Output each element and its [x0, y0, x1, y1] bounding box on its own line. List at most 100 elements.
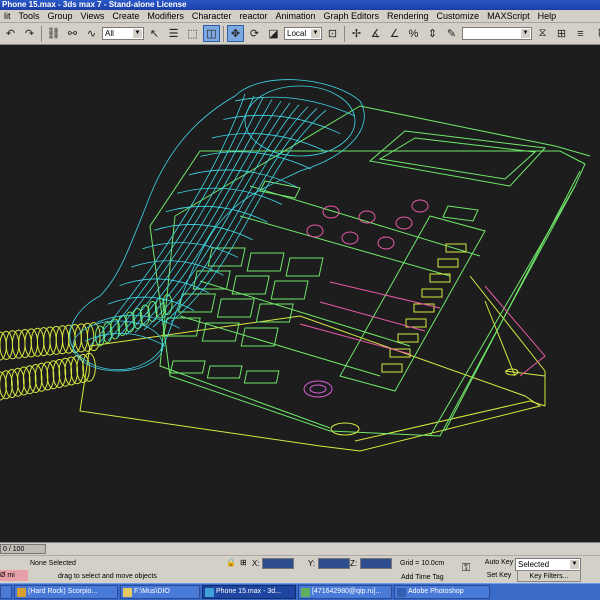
select-and-move-icon[interactable]: ✥	[227, 25, 244, 42]
reference-coord-value: Local	[287, 29, 307, 38]
menu-customize[interactable]: Customize	[433, 10, 484, 22]
y-coord-label: Y:	[308, 559, 316, 568]
taskbar-item-winamp[interactable]: (Hard Rock) Scorpio...	[14, 585, 118, 599]
snap-toggle-icon[interactable]: ∡	[367, 25, 384, 42]
taskbar-item-photoshop[interactable]: Adobe Photoshop	[394, 585, 490, 599]
select-object-icon[interactable]: ↖	[146, 25, 163, 42]
region-select-icon[interactable]: ⬚	[184, 25, 201, 42]
window-crossing-icon[interactable]: ◫	[203, 25, 220, 42]
time-slider-knob[interactable]: 0 / 100	[0, 544, 46, 554]
handset-earpiece	[244, 85, 356, 157]
toolbar-separator	[344, 25, 345, 42]
chevron-down-icon: ▼	[133, 29, 142, 38]
taskbar-overflow[interactable]	[0, 585, 12, 599]
selection-status: None Selected	[30, 558, 220, 569]
menu-character[interactable]: Character	[188, 10, 236, 22]
key-filters-button[interactable]: Key Filters...	[517, 570, 581, 582]
toolbar-separator	[223, 25, 224, 42]
grid-size-text: Grid = 10.0cm	[400, 560, 445, 567]
spinner-snap-icon[interactable]: ⇕	[424, 25, 441, 42]
taskbar-item-label: F:\Mus\DIO	[134, 588, 170, 595]
unlink-icon[interactable]: ⚯	[64, 25, 81, 42]
layer-manager-icon[interactable]: ≡	[572, 25, 589, 42]
maxscript-mini-label: Ø mi	[0, 572, 15, 579]
taskbar-item-folder[interactable]: F:\Mus\DIO	[120, 585, 200, 599]
select-and-link-icon[interactable]: ⛓	[45, 25, 62, 42]
y-coord-field[interactable]	[318, 558, 350, 569]
select-manipulate-icon[interactable]: ✢	[348, 25, 365, 42]
menu-modifiers[interactable]: Modifiers	[143, 10, 188, 22]
add-time-tag-label: Add Time Tag	[401, 574, 444, 581]
x-coord-field[interactable]	[262, 558, 294, 569]
taskbar-item-label: (Hard Rock) Scorpio...	[28, 588, 98, 595]
taskbar-item-qip[interactable]: [471642980@qip.ru]...	[298, 585, 392, 599]
select-and-rotate-icon[interactable]: ⟳	[246, 25, 263, 42]
time-slider[interactable]: 0 / 100	[0, 542, 600, 555]
undo-icon[interactable]: ↶	[2, 25, 19, 42]
menu-maxscript[interactable]: MAXScript	[483, 10, 534, 22]
selection-status-text: None Selected	[30, 560, 76, 567]
menu-tools[interactable]: Tools	[15, 10, 44, 22]
chevron-down-icon: ▼	[311, 29, 320, 38]
maxscript-listener-mini[interactable]: Ø mi	[0, 570, 28, 581]
3dsmax-icon	[205, 587, 214, 597]
cord-coil	[0, 331, 7, 361]
set-key-button[interactable]: Set Key	[484, 570, 514, 582]
winamp-icon	[17, 587, 26, 597]
mirror-icon[interactable]: ⧖	[534, 25, 551, 42]
time-slider-label: 0 / 100	[3, 546, 25, 553]
select-by-name-icon[interactable]: ☰	[165, 25, 182, 42]
pivot-center-icon[interactable]: ⊡	[324, 25, 341, 42]
z-coord-field[interactable]	[360, 558, 392, 569]
auto-key-button[interactable]: Auto Key	[484, 557, 514, 569]
handset-mesh-line	[152, 106, 309, 328]
prompt-line-text: drag to select and move objects	[58, 573, 157, 580]
perspective-viewport[interactable]	[0, 46, 600, 542]
key-icon[interactable]: ⚿	[462, 562, 470, 575]
status-bar: Ø mi None Selected drag to select and mo…	[0, 555, 600, 583]
menu-graph-editors[interactable]: Graph Editors	[319, 10, 383, 22]
chevron-down-icon: ▼	[521, 29, 530, 38]
edit-named-selection-icon[interactable]: ✎	[443, 25, 460, 42]
angle-snap-icon[interactable]: ∠	[386, 25, 403, 42]
side-keys	[299, 243, 467, 373]
select-and-scale-icon[interactable]: ◪	[265, 25, 282, 42]
qip-icon	[301, 587, 310, 597]
phone-cord	[0, 294, 173, 401]
align-icon[interactable]: ⊞	[553, 25, 570, 42]
absolute-mode-icon[interactable]: ⊞	[240, 558, 247, 567]
key-mode-value: Selected	[518, 560, 550, 569]
bind-space-warp-icon[interactable]: ∿	[83, 25, 100, 42]
handset-mesh-line	[200, 151, 312, 170]
taskbar-item-3dsmax[interactable]: Phone 15.max - 3d...	[202, 585, 296, 599]
menu-bar: lit Tools Group Views Create Modifiers C…	[0, 10, 600, 23]
redo-icon[interactable]: ↷	[21, 25, 38, 42]
prompt-line: drag to select and move objects	[58, 571, 258, 582]
menu-create[interactable]: Create	[108, 10, 143, 22]
auto-key-label: Auto Key	[484, 559, 514, 566]
reference-coord-dropdown[interactable]: Local ▼	[284, 27, 322, 40]
curve-editor-icon[interactable]: ⌇	[591, 25, 600, 42]
selection-filter-dropdown[interactable]: All ▼	[102, 27, 144, 40]
handset-mesh-line	[234, 96, 356, 117]
z-coord-label: Z:	[350, 559, 358, 568]
menu-views[interactable]: Views	[77, 10, 109, 22]
grid-size: Grid = 10.0cm	[400, 558, 460, 569]
window-title-bar: Phone 15.max - 3ds max 7 - Stand-alone L…	[0, 0, 600, 10]
x-coord-label: X:	[252, 559, 260, 568]
menu-rendering[interactable]: Rendering	[383, 10, 433, 22]
named-selection-dropdown[interactable]: ▼	[462, 27, 532, 40]
round-buttons	[303, 199, 429, 398]
menu-group[interactable]: Group	[44, 10, 77, 22]
lock-selection-icon[interactable]: 🔒	[226, 558, 236, 567]
menu-reactor[interactable]: reactor	[235, 10, 271, 22]
handset-mesh-line	[161, 108, 318, 325]
chevron-down-icon: ▼	[570, 560, 579, 569]
add-time-tag[interactable]: Add Time Tag	[401, 572, 457, 583]
menu-help[interactable]: Help	[534, 10, 561, 22]
menu-edit[interactable]: lit	[0, 10, 15, 22]
percent-snap-icon[interactable]: %	[405, 25, 422, 42]
photoshop-icon	[397, 587, 406, 597]
menu-animation[interactable]: Animation	[271, 10, 319, 22]
key-filters-label: Key Filters...	[529, 573, 569, 580]
